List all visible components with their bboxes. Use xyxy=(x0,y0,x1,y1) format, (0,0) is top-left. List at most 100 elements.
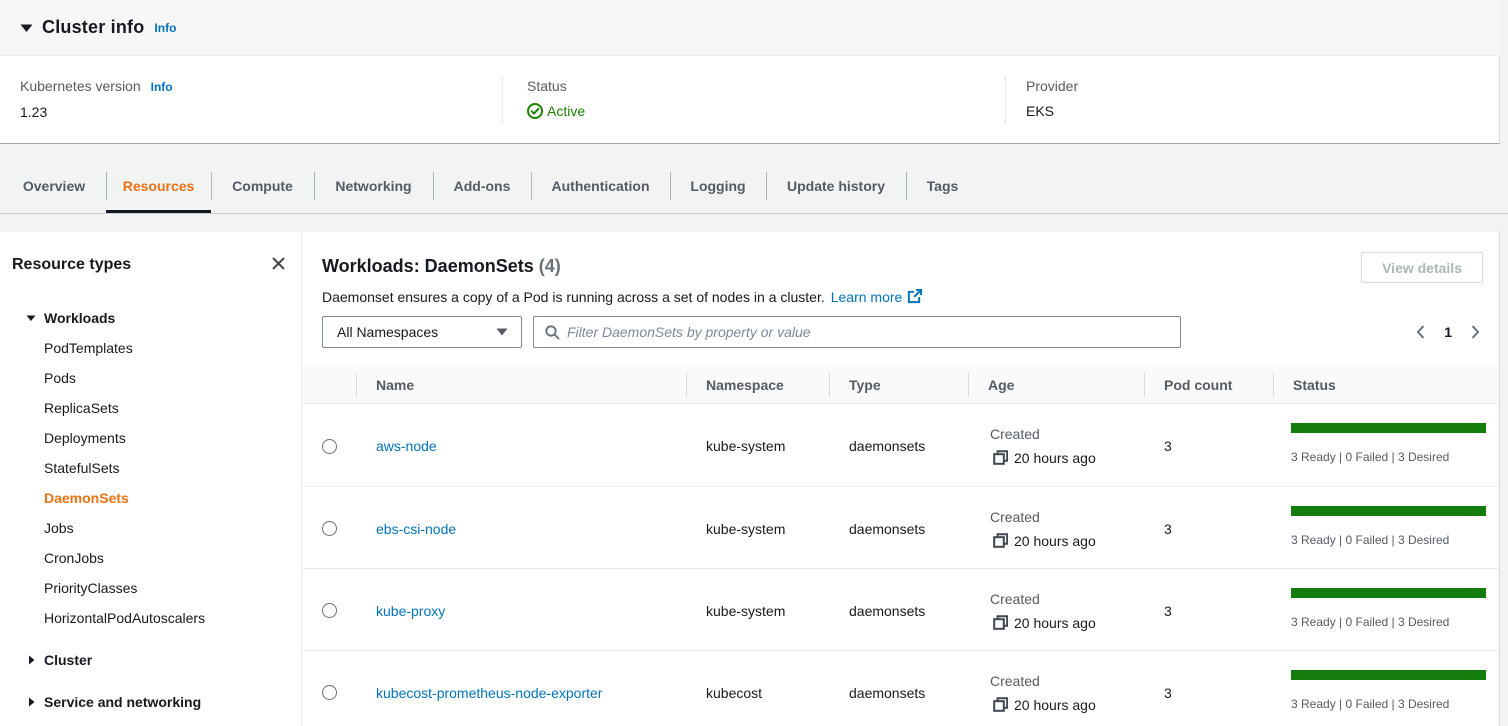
kubernetes-version-label: Kubernetes version xyxy=(20,78,141,94)
tree-group-workloads[interactable]: Workloads xyxy=(12,303,285,333)
field-provider: Provider EKS xyxy=(1005,76,1078,143)
cell-pod-count: 3 xyxy=(1144,568,1273,650)
tab-resources[interactable]: Resources xyxy=(106,159,211,213)
age-created-label: Created xyxy=(990,587,1144,611)
cluster-info-info-link[interactable]: Info xyxy=(154,21,176,35)
status-active-icon xyxy=(527,103,547,119)
tree-item-deployments[interactable]: Deployments xyxy=(44,423,285,453)
tab-logging[interactable]: Logging xyxy=(670,159,766,213)
tab-networking[interactable]: Networking xyxy=(314,159,433,213)
resource-tree: Workloads PodTemplates Pods ReplicaSets … xyxy=(12,303,285,717)
age-value: 20 hours ago xyxy=(1014,693,1096,717)
tree-group-service-networking[interactable]: Service and networking xyxy=(12,687,285,717)
row-radio-button[interactable] xyxy=(322,685,337,700)
daemonset-name-link[interactable]: kubecost-prometheus-node-exporter xyxy=(376,685,602,701)
tree-item-priorityclasses[interactable]: PriorityClasses xyxy=(44,573,285,603)
pagination: 1 xyxy=(1413,324,1483,340)
cell-pod-count: 3 xyxy=(1144,403,1273,486)
status-text: 3 Ready | 0 Failed | 3 Desired xyxy=(1291,696,1484,712)
cell-pod-count: 3 xyxy=(1144,650,1273,726)
daemonset-name-link[interactable]: kube-proxy xyxy=(376,603,445,619)
tab-add-ons[interactable]: Add-ons xyxy=(433,159,531,213)
cell-status: 3 Ready | 0 Failed | 3 Desired xyxy=(1273,568,1499,650)
status-progress-bar xyxy=(1291,423,1486,433)
search-icon xyxy=(545,325,560,340)
namespace-select-value: All Namespaces xyxy=(337,324,438,340)
cell-namespace: kube-system xyxy=(686,568,829,650)
copy-icon[interactable] xyxy=(993,450,1008,465)
tab-overview[interactable]: Overview xyxy=(2,159,106,213)
learn-more-link[interactable]: Learn more xyxy=(831,289,923,305)
filter-search xyxy=(533,316,1181,348)
tree-item-podtemplates[interactable]: PodTemplates xyxy=(44,333,285,363)
tree-item-horizontalpodautoscalers[interactable]: HorizontalPodAutoscalers xyxy=(44,603,285,633)
sidebar-title: Resource types xyxy=(12,254,131,276)
copy-icon[interactable] xyxy=(993,615,1008,630)
next-page-button[interactable] xyxy=(1467,324,1483,340)
column-select xyxy=(302,367,356,403)
cell-status: 3 Ready | 0 Failed | 3 Desired xyxy=(1273,650,1499,726)
cell-namespace: kube-system xyxy=(686,486,829,568)
tab-update-history[interactable]: Update history xyxy=(766,159,906,213)
status-value: Active xyxy=(547,101,585,121)
resource-types-sidebar: Resource types Workloads PodTemplates Po… xyxy=(0,232,302,726)
cluster-tabs: Overview Resources Compute Networking Ad… xyxy=(0,144,1508,214)
status-text: 3 Ready | 0 Failed | 3 Desired xyxy=(1291,532,1484,548)
kubernetes-version-value: 1.23 xyxy=(20,102,502,122)
daemonset-name-link[interactable]: aws-node xyxy=(376,438,437,454)
namespace-select[interactable]: All Namespaces xyxy=(322,316,522,348)
caret-right-icon xyxy=(26,655,36,665)
cell-type: daemonsets xyxy=(829,486,968,568)
age-value: 20 hours ago xyxy=(1014,529,1096,553)
copy-icon[interactable] xyxy=(993,533,1008,548)
cluster-info-header[interactable]: Cluster info Info xyxy=(0,0,1500,56)
tab-compute[interactable]: Compute xyxy=(211,159,314,213)
table-row: kube-proxy kube-system daemonsets Create… xyxy=(302,568,1499,650)
cell-pod-count: 3 xyxy=(1144,486,1273,568)
previous-page-button[interactable] xyxy=(1413,324,1429,340)
age-created-label: Created xyxy=(990,505,1144,529)
field-kubernetes-version: Kubernetes version Info 1.23 xyxy=(0,76,502,143)
tab-authentication[interactable]: Authentication xyxy=(531,159,670,213)
sidebar-close-button[interactable] xyxy=(272,257,285,270)
status-progress-bar xyxy=(1291,506,1486,516)
daemonsets-table: Name Namespace Type Age Pod count Status… xyxy=(302,367,1499,726)
cell-age: Created 20 hours ago xyxy=(968,486,1144,568)
view-details-button[interactable]: View details xyxy=(1361,252,1483,283)
tree-group-cluster[interactable]: Cluster xyxy=(12,645,285,675)
tree-item-pods[interactable]: Pods xyxy=(44,363,285,393)
cell-namespace: kube-system xyxy=(686,403,829,486)
column-status: Status xyxy=(1273,367,1499,403)
tree-item-daemonsets[interactable]: DaemonSets xyxy=(44,483,285,513)
cell-age: Created 20 hours ago xyxy=(968,650,1144,726)
kubernetes-version-info-link[interactable]: Info xyxy=(151,80,173,94)
status-text: 3 Ready | 0 Failed | 3 Desired xyxy=(1291,614,1484,630)
panel-counter: (4) xyxy=(539,256,561,276)
tree-item-jobs[interactable]: Jobs xyxy=(44,513,285,543)
resources-panel: Resource types Workloads PodTemplates Po… xyxy=(0,231,1500,726)
cell-type: daemonsets xyxy=(829,650,968,726)
cell-status: 3 Ready | 0 Failed | 3 Desired xyxy=(1273,403,1499,486)
row-radio-button[interactable] xyxy=(322,439,337,454)
current-page-number[interactable]: 1 xyxy=(1444,324,1452,340)
copy-icon[interactable] xyxy=(993,697,1008,712)
age-created-label: Created xyxy=(990,422,1144,446)
tree-item-cronjobs[interactable]: CronJobs xyxy=(44,543,285,573)
filter-search-input[interactable] xyxy=(567,324,1172,340)
tab-tags[interactable]: Tags xyxy=(906,159,979,213)
age-value: 20 hours ago xyxy=(1014,446,1096,470)
row-radio-button[interactable] xyxy=(322,521,337,536)
caret-down-icon xyxy=(26,313,36,323)
table-header-row: Name Namespace Type Age Pod count Status xyxy=(302,367,1499,403)
row-radio-button[interactable] xyxy=(322,603,337,618)
cell-type: daemonsets xyxy=(829,403,968,486)
cell-type: daemonsets xyxy=(829,568,968,650)
column-name: Name xyxy=(356,367,686,403)
daemonset-name-link[interactable]: ebs-csi-node xyxy=(376,521,456,537)
cluster-info-body: Kubernetes versionInfo 1.23 Status Activ… xyxy=(0,56,1500,144)
column-age: Age xyxy=(968,367,1144,403)
tree-item-statefulsets[interactable]: StatefulSets xyxy=(44,453,285,483)
tree-item-replicasets[interactable]: ReplicaSets xyxy=(44,393,285,423)
status-text: 3 Ready | 0 Failed | 3 Desired xyxy=(1291,449,1484,465)
cell-namespace: kubecost xyxy=(686,650,829,726)
